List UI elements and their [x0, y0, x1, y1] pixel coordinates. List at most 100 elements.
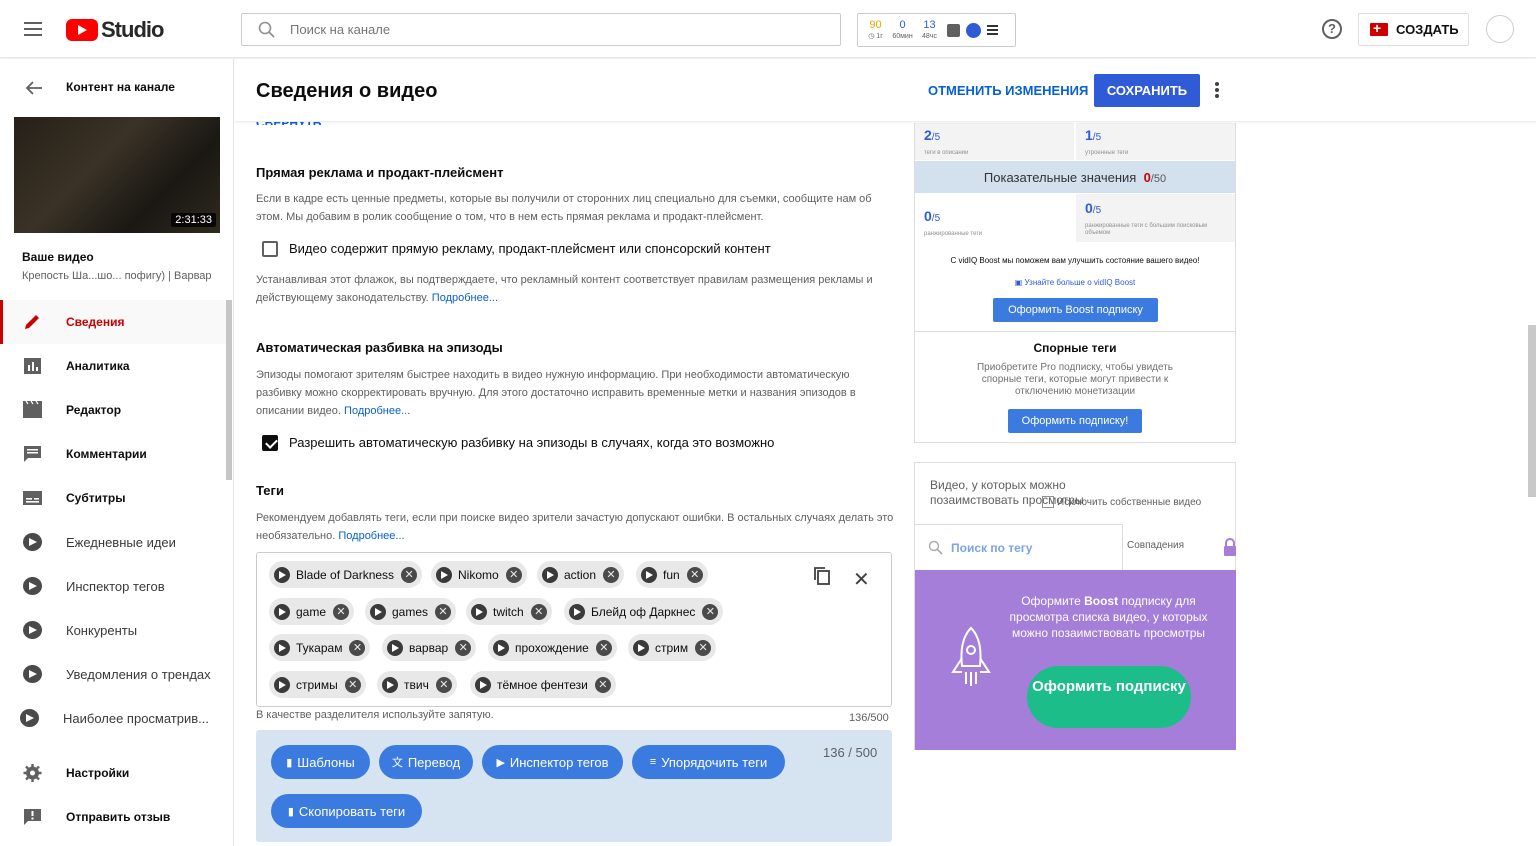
tag-chip[interactable]: Nikomo ✕ — [431, 561, 527, 588]
sidebar-item-settings[interactable]: Настройки — [0, 751, 226, 795]
sidebar-item-competitors[interactable]: Конкуренты — [0, 608, 226, 652]
video-thumbnail[interactable]: 2:31:33 — [14, 117, 220, 233]
remove-tag-icon[interactable]: ✕ — [435, 603, 452, 620]
vidiq-menu-icon[interactable] — [987, 25, 998, 35]
vidiq-logo-icon[interactable] — [966, 22, 981, 38]
tag-chip[interactable]: fun ✕ — [636, 561, 708, 588]
remove-tag-icon[interactable]: ✕ — [595, 639, 612, 656]
sidebar-item-trend-alerts[interactable]: Уведомления о трендах — [0, 652, 226, 696]
more-options-icon[interactable] — [1215, 82, 1219, 100]
menu-icon[interactable] — [24, 22, 42, 36]
sidebar-item-label: Аналитика — [66, 359, 130, 373]
vidiq-stats-widget[interactable]: 90 ◷ 1г 0 60мин 13 48чс — [857, 13, 1016, 47]
vidiq-icon: ▶ — [496, 756, 505, 769]
tag-chip[interactable]: Тукарам ✕ — [269, 634, 371, 661]
vidiq-icon — [569, 603, 585, 620]
ads-more-link[interactable]: Подробнее... — [432, 292, 498, 304]
sidebar-item-daily-ideas[interactable]: Ежедневные идеи — [0, 520, 226, 564]
create-button[interactable]: СОЗДАТЬ — [1358, 13, 1469, 46]
comments-icon — [24, 446, 41, 462]
remove-tag-icon[interactable]: ✕ — [344, 676, 361, 693]
sidebar-item-label: Наиболее просматрив... — [63, 711, 209, 726]
vidiq-icon — [274, 676, 290, 693]
pro-subscribe-button[interactable]: Оформить подписку! — [1008, 409, 1142, 433]
sidebar-item-feedback[interactable]: Отправить отзыв — [0, 795, 226, 839]
tag-search-field[interactable]: Поиск по тегу — [915, 524, 1123, 570]
remove-tag-icon[interactable]: ✕ — [594, 676, 611, 693]
copy-tags-button[interactable]: ▮ Скопировать теги — [271, 794, 422, 828]
tags-heading: Теги — [256, 483, 284, 498]
learn-more-link[interactable]: ▣ Узнайте больше о vidIQ Boost — [915, 278, 1235, 287]
templates-button[interactable]: ▮ Шаблоны — [271, 745, 370, 779]
studio-logo[interactable]: Studio — [66, 17, 164, 43]
ads-heading: Прямая реклама и продакт-плейсмент — [256, 165, 504, 180]
sidebar-item-most-viewed[interactable]: Наиболее просматрив... — [0, 696, 226, 740]
score-bar: Показательные значения 0/50 — [915, 161, 1235, 193]
tag-chip[interactable]: стримы ✕ — [269, 671, 366, 698]
ads-checkbox-label[interactable]: Видео содержит прямую рекламу, продакт-п… — [289, 241, 771, 256]
sidebar-scrollbar[interactable] — [226, 300, 232, 480]
exclude-own-videos[interactable]: Исключить собственные видео — [1042, 496, 1201, 508]
exclude-checkbox[interactable] — [1042, 496, 1054, 508]
remove-tag-icon[interactable]: ✕ — [695, 639, 712, 656]
chart-icon[interactable] — [947, 23, 960, 37]
remove-tag-icon[interactable]: ✕ — [435, 676, 452, 693]
sidebar-item-label: Конкуренты — [66, 623, 138, 638]
chapters-checkbox-label[interactable]: Разрешить автоматическую разбивку на эпи… — [289, 435, 774, 450]
remove-tag-icon[interactable]: ✕ — [702, 603, 719, 620]
tag-chip[interactable]: твич ✕ — [377, 671, 457, 698]
rocket-icon — [951, 626, 991, 686]
ads-text: Если в кадре есть ценные предметы, котор… — [256, 193, 872, 223]
matches-column[interactable]: Совпадения — [1127, 540, 1184, 551]
tags-more-link[interactable]: Подробнее... — [338, 530, 404, 542]
remove-tag-icon[interactable]: ✕ — [686, 566, 703, 583]
tag-chip[interactable]: games ✕ — [365, 598, 457, 625]
undo-changes-button[interactable]: ОТМЕНИТЬ ИЗМЕНЕНИЯ — [928, 83, 1088, 98]
page-scrollbar[interactable] — [1528, 325, 1536, 497]
boost-subscribe-button[interactable]: Оформить Boost подписку — [993, 298, 1158, 322]
translate-button[interactable]: 文 Перевод — [379, 745, 473, 779]
tag-chip[interactable]: тёмное фентези ✕ — [470, 671, 616, 698]
sidebar-item-editor[interactable]: Редактор — [0, 388, 226, 432]
tags-text: Рекомендуем добавлять теги, если при пои… — [256, 512, 894, 542]
tag-chip[interactable]: Blade of Darkness ✕ — [269, 561, 423, 588]
remove-tag-icon[interactable]: ✕ — [530, 603, 547, 620]
tag-chip[interactable]: варвар ✕ — [382, 634, 477, 661]
tag-chip[interactable]: прохождение ✕ — [488, 634, 617, 661]
search-box[interactable] — [241, 13, 841, 46]
avatar[interactable] — [1486, 15, 1514, 43]
sort-tags-button[interactable]: ≡ Упорядочить теги — [632, 745, 785, 779]
remove-tag-icon[interactable]: ✕ — [333, 603, 350, 620]
promo-subscribe-button[interactable]: Оформить подписку — [1027, 666, 1191, 728]
search-input[interactable] — [290, 22, 790, 37]
chapters-more-link[interactable]: Подробнее... — [344, 405, 410, 417]
tag-chip[interactable]: стрим ✕ — [628, 634, 717, 661]
remove-tag-icon[interactable]: ✕ — [349, 639, 366, 656]
sidebar-item-analytics[interactable]: Аналитика — [0, 344, 226, 388]
help-icon[interactable]: ? — [1322, 19, 1342, 39]
ads-checkbox[interactable] — [262, 241, 278, 257]
chapters-checkbox[interactable] — [262, 435, 278, 451]
sidebar-item-tag-inspector[interactable]: Инспектор тегов — [0, 564, 226, 608]
remove-tag-icon[interactable]: ✕ — [603, 566, 620, 583]
sidebar-item-details[interactable]: Сведения — [0, 300, 226, 344]
remove-tag-icon[interactable]: ✕ — [455, 639, 472, 656]
tag-chip[interactable]: twitch ✕ — [466, 598, 552, 625]
tag-inspector-button[interactable]: ▶ Инспектор тегов — [482, 745, 623, 779]
tag-chip[interactable]: game ✕ — [269, 598, 355, 625]
tag-chip[interactable]: action ✕ — [537, 561, 625, 588]
clear-tags-icon[interactable]: ✕ — [853, 567, 870, 592]
save-button[interactable]: СОХРАНИТЬ — [1094, 74, 1200, 107]
remove-tag-icon[interactable]: ✕ — [505, 566, 522, 583]
back-arrow-icon[interactable] — [24, 80, 44, 96]
sidebar-item-comments[interactable]: Комментарии — [0, 432, 226, 476]
back-title[interactable]: Контент на канале — [66, 80, 175, 94]
sidebar-item-subtitles[interactable]: Субтитры — [0, 476, 226, 520]
copy-icon[interactable] — [813, 566, 831, 586]
search-icon — [258, 21, 275, 38]
sidebar-item-label: Настройки — [66, 766, 130, 780]
remove-tag-icon[interactable]: ✕ — [401, 566, 418, 583]
boost-text: С vidIQ Boost мы поможем вам улучшить со… — [950, 256, 1200, 265]
tag-chip[interactable]: Блейд оф Даркнес ✕ — [564, 598, 724, 625]
stat-views-1y: 90 ◷ 1г — [868, 19, 883, 41]
